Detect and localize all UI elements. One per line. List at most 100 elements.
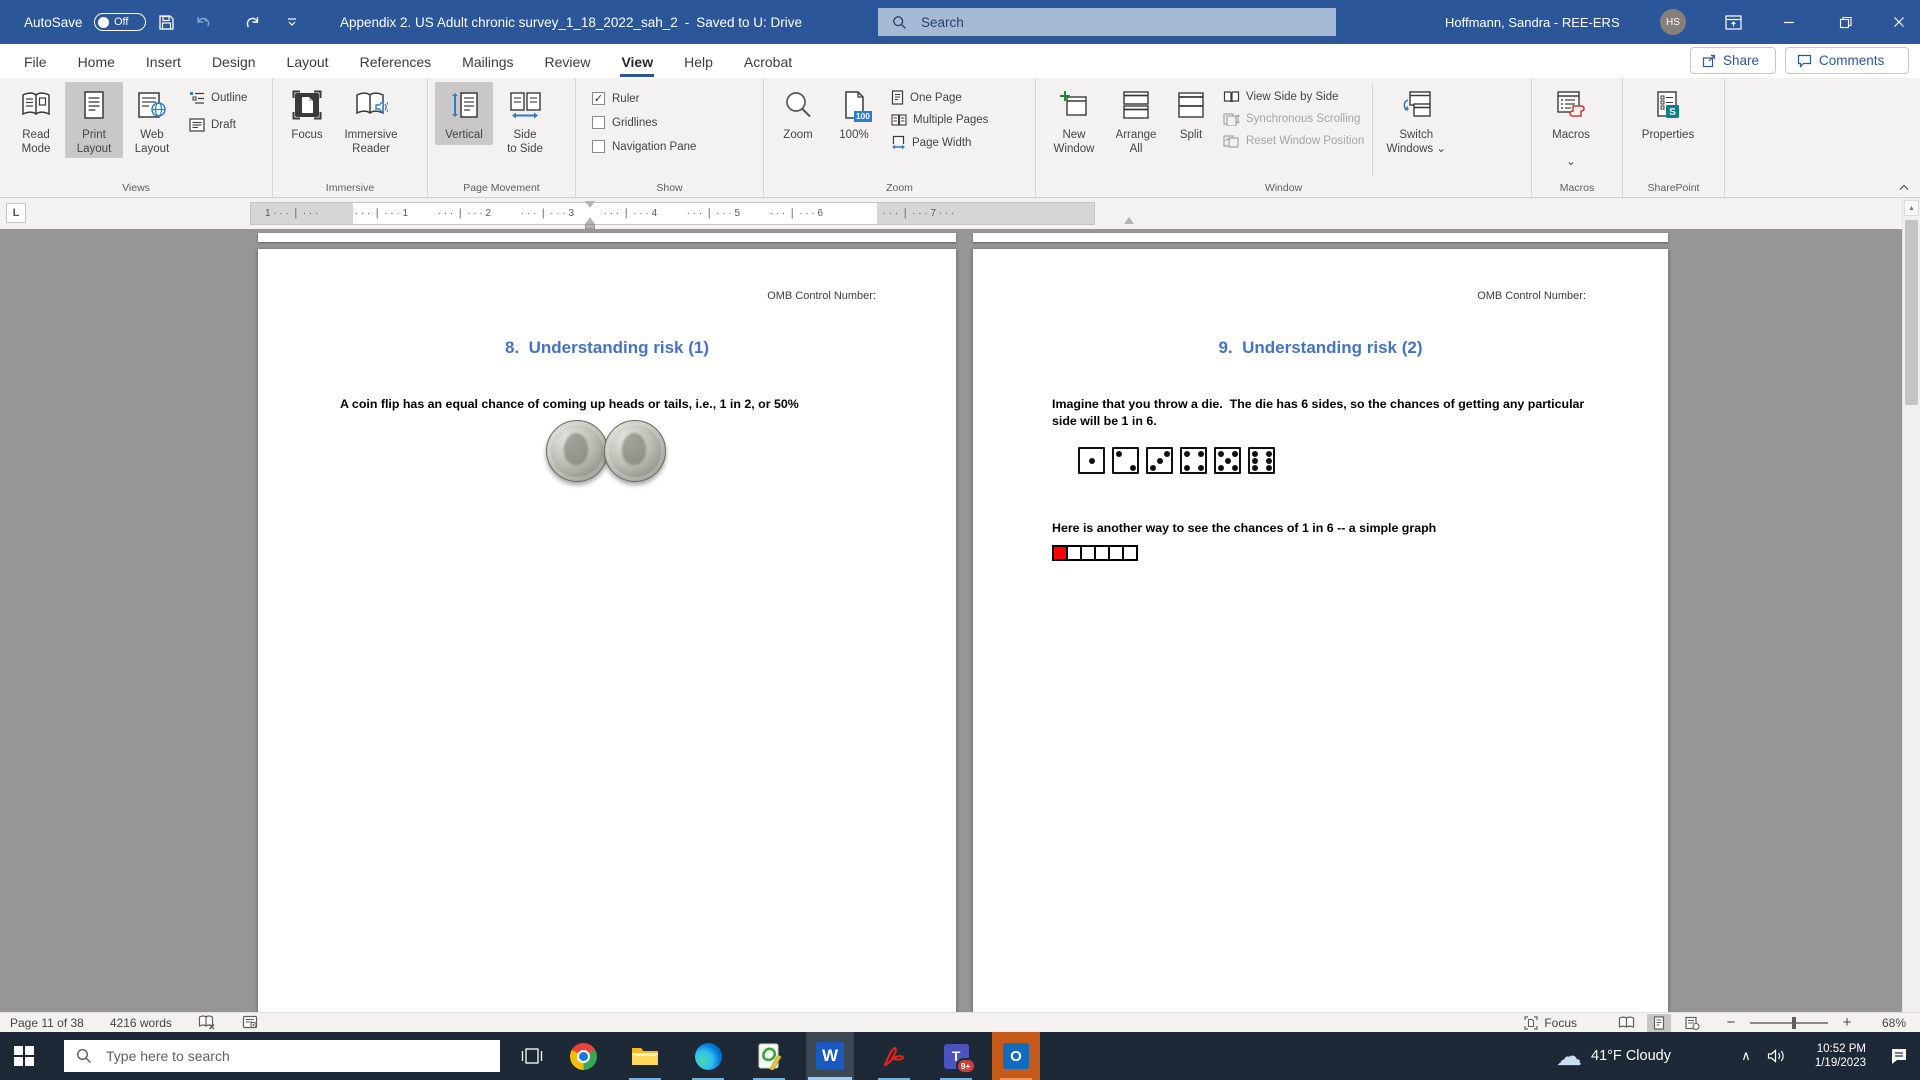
account-name[interactable]: Hoffmann, Sandra - REE-ERS xyxy=(1445,0,1620,44)
horizontal-ruler[interactable]: 1 · · · ❘ · · · · · · ❘ · · · 1· · · ❘ ·… xyxy=(250,202,1095,225)
proofing-errors-button[interactable] xyxy=(198,1015,216,1030)
close-button[interactable] xyxy=(1877,0,1920,44)
document-page-2[interactable]: OMB Control Number: 9. Understanding ris… xyxy=(973,249,1668,1012)
vertical-scrollbar[interactable]: ▲ xyxy=(1902,198,1920,1012)
multiple-pages-button[interactable]: Multiple Pages xyxy=(891,113,988,127)
comments-button[interactable]: Comments xyxy=(1785,47,1909,74)
synchronous-scrolling-button: Synchronous Scrolling xyxy=(1223,112,1364,126)
titlebar-search-input[interactable] xyxy=(919,14,1283,31)
view-side-by-side-button[interactable]: View Side by Side xyxy=(1223,90,1364,104)
accessibility-checker-button[interactable] xyxy=(242,1015,259,1030)
page-width-button[interactable]: Page Width xyxy=(891,135,988,150)
tab-acrobat[interactable]: Acrobat xyxy=(742,54,794,78)
tab-stop-selector[interactable]: L xyxy=(6,203,26,223)
macros-button[interactable]: Macros ⌄ xyxy=(1539,82,1603,172)
arrange-all-button[interactable]: Arrange All xyxy=(1105,82,1167,158)
avatar[interactable]: HS xyxy=(1660,9,1686,35)
taskbar-search-box[interactable] xyxy=(64,1040,500,1072)
word-taskbar-button[interactable]: W xyxy=(806,1032,854,1080)
switch-windows-button[interactable]: Switch Windows ⌄ xyxy=(1381,82,1451,158)
tab-home[interactable]: Home xyxy=(76,54,117,78)
web-layout-view-icon xyxy=(1685,1016,1700,1030)
macros-icon xyxy=(1556,86,1586,124)
minimize-button[interactable] xyxy=(1767,0,1811,44)
split-button[interactable]: Split xyxy=(1167,82,1215,145)
tab-design[interactable]: Design xyxy=(210,54,258,78)
zoom-100-button[interactable]: 100 100% xyxy=(825,82,883,145)
share-button[interactable]: Share xyxy=(1690,47,1776,74)
side-to-side-button[interactable]: Side to Side xyxy=(493,82,557,158)
right-indent-marker[interactable] xyxy=(1124,217,1134,224)
scrollbar-thumb[interactable] xyxy=(1905,220,1918,405)
task-view-button[interactable] xyxy=(508,1032,556,1080)
tab-file[interactable]: File xyxy=(22,54,49,78)
taskbar-search-input[interactable] xyxy=(104,1047,438,1065)
chrome-taskbar-button[interactable] xyxy=(559,1032,607,1080)
undo-button[interactable] xyxy=(188,0,220,44)
edge-taskbar-button[interactable] xyxy=(684,1032,732,1080)
save-button[interactable] xyxy=(150,0,182,44)
navigation-pane-checkbox[interactable]: Navigation Pane xyxy=(592,140,696,153)
collapse-ribbon-button[interactable] xyxy=(1898,183,1910,191)
focus-mode-icon xyxy=(1524,1016,1538,1030)
file-explorer-taskbar-button[interactable] xyxy=(621,1032,669,1080)
zoom-slider-thumb[interactable] xyxy=(1792,1017,1796,1029)
web-layout-view-button[interactable] xyxy=(1680,1014,1704,1032)
customize-quick-access-toolbar-button[interactable] xyxy=(276,0,308,44)
teams-taskbar-button[interactable]: T 9+ xyxy=(932,1032,980,1080)
show-hidden-icons-button[interactable]: ∧ xyxy=(1735,1032,1757,1080)
start-button[interactable] xyxy=(0,1032,48,1080)
web-layout-button[interactable]: Web Layout xyxy=(123,82,181,158)
tab-review[interactable]: Review xyxy=(543,54,593,78)
tab-references[interactable]: References xyxy=(358,54,434,78)
print-layout-view-button[interactable] xyxy=(1647,1014,1671,1032)
focus-button[interactable]: Focus xyxy=(280,82,334,145)
hanging-indent-marker[interactable] xyxy=(585,217,595,224)
outline-button[interactable]: Outline xyxy=(189,91,247,105)
autosave-toggle[interactable]: Off xyxy=(94,13,146,31)
zoom-in-button[interactable]: + xyxy=(1840,1014,1854,1031)
volume-button[interactable] xyxy=(1762,1032,1790,1080)
page-number-status[interactable]: Page 11 of 38 xyxy=(10,1016,84,1030)
weather-widget[interactable]: ☁ 41°F Cloudy xyxy=(1556,1032,1671,1080)
ribbon-display-options-button[interactable] xyxy=(1711,0,1755,44)
acrobat-taskbar-button[interactable] xyxy=(870,1032,918,1080)
immersive-reader-button[interactable]: Immersive Reader xyxy=(334,82,408,158)
redo-button[interactable] xyxy=(237,0,269,44)
word-count-status[interactable]: 4216 words xyxy=(110,1016,172,1030)
zoom-percentage[interactable]: 68% xyxy=(1870,1016,1906,1030)
screenshot-tool-taskbar-button[interactable] xyxy=(745,1032,793,1080)
gridlines-checkbox[interactable]: Gridlines xyxy=(592,116,696,129)
scroll-up-button[interactable]: ▲ xyxy=(1904,200,1919,216)
action-center-button[interactable] xyxy=(1882,1032,1916,1080)
ribbon-group-show: ✓ Ruler Gridlines Navigation Pane Show xyxy=(576,78,764,197)
tab-view[interactable]: View xyxy=(619,54,655,78)
print-layout-button[interactable]: Print Layout xyxy=(65,82,123,158)
tab-help[interactable]: Help xyxy=(682,54,715,78)
tab-mailings[interactable]: Mailings xyxy=(460,54,515,78)
vertical-button[interactable]: Vertical xyxy=(435,82,493,145)
tab-insert[interactable]: Insert xyxy=(144,54,183,78)
zoom-button[interactable]: Zoom xyxy=(771,82,825,145)
ruler-checkbox[interactable]: ✓ Ruler xyxy=(592,92,696,105)
document-canvas[interactable]: OMB Control Number: 8. Understanding ris… xyxy=(0,229,1903,1012)
read-mode-button[interactable]: Read Mode xyxy=(7,82,65,158)
clock[interactable]: 10:52 PM 1/19/2023 xyxy=(1794,1032,1866,1080)
zoom-out-button[interactable]: − xyxy=(1724,1014,1738,1031)
one-page-button[interactable]: One Page xyxy=(891,90,988,105)
titlebar-search-box[interactable] xyxy=(878,8,1336,36)
side-to-side-icon xyxy=(507,86,543,124)
new-window-button[interactable]: New Window xyxy=(1043,82,1105,158)
read-mode-view-button[interactable] xyxy=(1614,1014,1638,1032)
document-page-1[interactable]: OMB Control Number: 8. Understanding ris… xyxy=(258,249,956,1012)
tab-layout[interactable]: Layout xyxy=(285,54,331,78)
outlook-taskbar-button[interactable]: O xyxy=(992,1032,1040,1080)
zoom-slider[interactable] xyxy=(1750,1022,1828,1024)
focus-mode-button[interactable]: Focus xyxy=(1524,1016,1577,1030)
draft-button[interactable]: Draft xyxy=(189,118,247,132)
restore-button[interactable] xyxy=(1823,0,1867,44)
one-page-icon xyxy=(891,90,904,105)
ribbon-group-views: Read Mode Print Layout xyxy=(0,78,273,197)
first-line-indent-marker[interactable] xyxy=(585,201,595,208)
properties-button[interactable]: S Properties xyxy=(1630,82,1706,145)
